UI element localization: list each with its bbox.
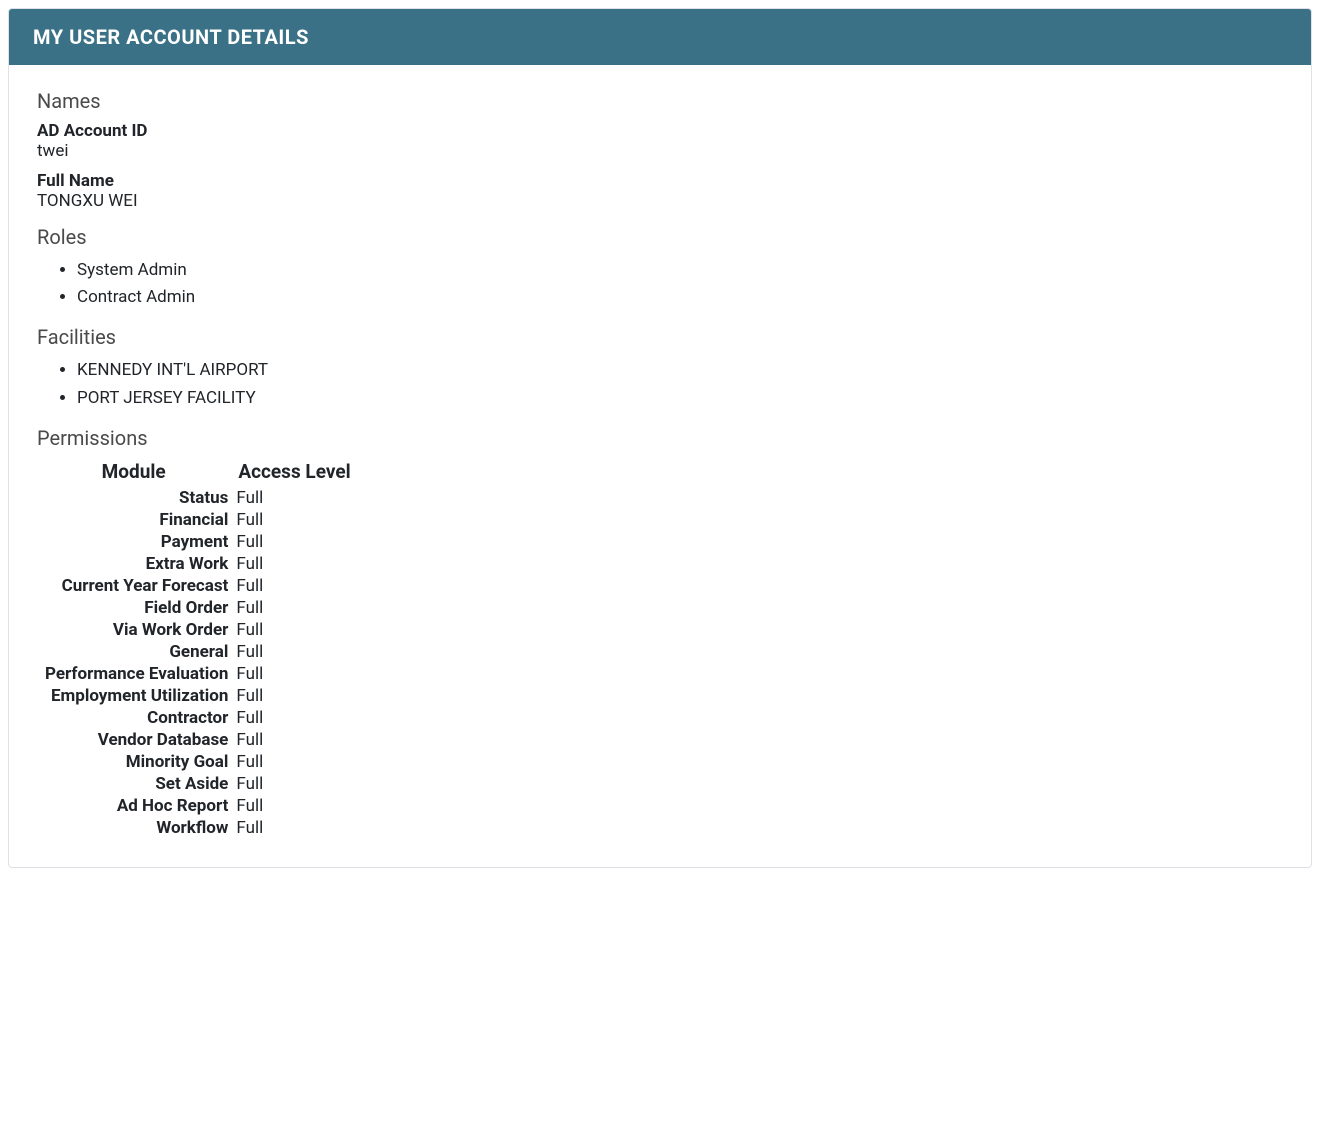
permissions-table: Module Access Level StatusFullFinancialF…: [37, 458, 359, 839]
full-name-value: TONGXU WEI: [37, 191, 1283, 211]
permission-module: General: [37, 641, 230, 663]
table-row: Minority GoalFull: [37, 751, 359, 773]
permission-module: Minority Goal: [37, 751, 230, 773]
table-row: Performance EvaluationFull: [37, 663, 359, 685]
permissions-section-label: Permissions: [37, 426, 1283, 450]
permission-access: Full: [230, 597, 358, 619]
full-name-label: Full Name: [37, 171, 1283, 191]
permission-access: Full: [230, 575, 358, 597]
permission-module: Extra Work: [37, 553, 230, 575]
table-row: PaymentFull: [37, 531, 359, 553]
permission-access: Full: [230, 729, 358, 751]
permission-module: Via Work Order: [37, 619, 230, 641]
list-item: Contract Admin: [77, 284, 1283, 311]
permission-module: Vendor Database: [37, 729, 230, 751]
table-row: Vendor DatabaseFull: [37, 729, 359, 751]
table-row: ContractorFull: [37, 707, 359, 729]
permission-access: Full: [230, 707, 358, 729]
permission-access: Full: [230, 641, 358, 663]
table-row: StatusFull: [37, 487, 359, 509]
roles-section-label: Roles: [37, 225, 1283, 249]
table-row: Extra WorkFull: [37, 553, 359, 575]
permission-module: Employment Utilization: [37, 685, 230, 707]
permission-access: Full: [230, 685, 358, 707]
permission-access: Full: [230, 817, 358, 839]
permission-access: Full: [230, 509, 358, 531]
table-row: Via Work OrderFull: [37, 619, 359, 641]
permission-module: Ad Hoc Report: [37, 795, 230, 817]
permission-access: Full: [230, 553, 358, 575]
list-item: PORT JERSEY FACILITY: [77, 385, 1283, 412]
card-body: Names AD Account ID twei Full Name TONGX…: [9, 65, 1311, 867]
permission-module: Contractor: [37, 707, 230, 729]
permission-module: Current Year Forecast: [37, 575, 230, 597]
names-section-label: Names: [37, 89, 1283, 113]
permissions-col-module: Module: [37, 458, 230, 487]
permission-module: Performance Evaluation: [37, 663, 230, 685]
permission-access: Full: [230, 795, 358, 817]
list-item: KENNEDY INT'L AIRPORT: [77, 357, 1283, 384]
card-header: MY USER ACCOUNT DETAILS: [9, 9, 1311, 65]
ad-account-id-label: AD Account ID: [37, 121, 1283, 141]
table-row: FinancialFull: [37, 509, 359, 531]
table-row: Field OrderFull: [37, 597, 359, 619]
table-row: WorkflowFull: [37, 817, 359, 839]
ad-account-id-value: twei: [37, 141, 1283, 161]
permission-module: Payment: [37, 531, 230, 553]
permission-access: Full: [230, 487, 358, 509]
table-row: Employment UtilizationFull: [37, 685, 359, 707]
permission-access: Full: [230, 751, 358, 773]
table-row: GeneralFull: [37, 641, 359, 663]
facilities-list: KENNEDY INT'L AIRPORTPORT JERSEY FACILIT…: [77, 357, 1283, 411]
permission-access: Full: [230, 773, 358, 795]
roles-list: System AdminContract Admin: [77, 257, 1283, 311]
card-title: MY USER ACCOUNT DETAILS: [33, 25, 309, 49]
account-details-card: MY USER ACCOUNT DETAILS Names AD Account…: [8, 8, 1312, 868]
permission-access: Full: [230, 531, 358, 553]
permissions-tbody: StatusFullFinancialFullPaymentFullExtra …: [37, 487, 359, 839]
table-row: Ad Hoc ReportFull: [37, 795, 359, 817]
table-row: Current Year ForecastFull: [37, 575, 359, 597]
permission-module: Status: [37, 487, 230, 509]
permission-module: Workflow: [37, 817, 230, 839]
permission-module: Field Order: [37, 597, 230, 619]
table-row: Set AsideFull: [37, 773, 359, 795]
permission-module: Financial: [37, 509, 230, 531]
list-item: System Admin: [77, 257, 1283, 284]
facilities-section-label: Facilities: [37, 325, 1283, 349]
permission-access: Full: [230, 619, 358, 641]
permission-access: Full: [230, 663, 358, 685]
permissions-col-access: Access Level: [230, 458, 358, 487]
permission-module: Set Aside: [37, 773, 230, 795]
